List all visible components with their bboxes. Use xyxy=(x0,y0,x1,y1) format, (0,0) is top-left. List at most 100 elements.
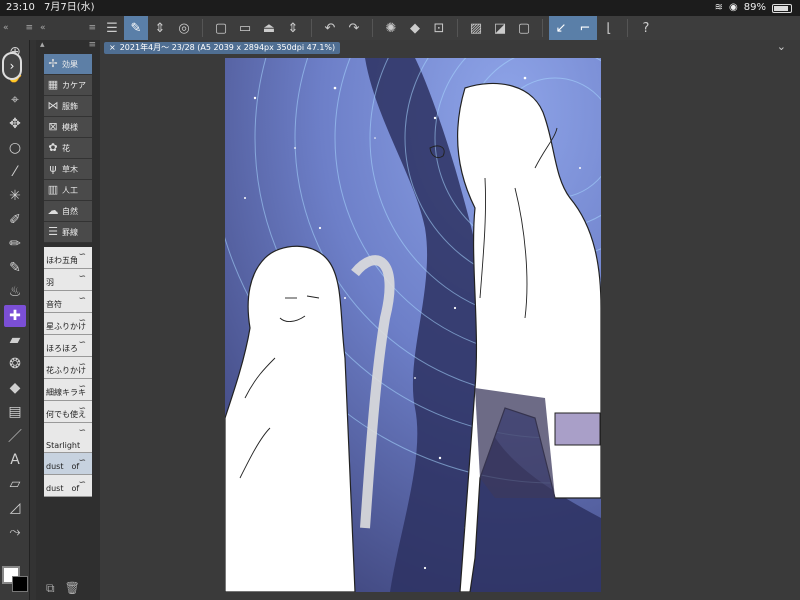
brush-item[interactable]: ∽ 何でも使え xyxy=(44,401,92,423)
stepper-icon[interactable]: ⇕ xyxy=(148,16,172,40)
brush-label: 音符 xyxy=(46,300,62,309)
quick-access-icon[interactable]: ✎ xyxy=(124,16,148,40)
brush-item[interactable]: ∽ 星ふりかけ xyxy=(44,313,92,335)
canvas-page[interactable] xyxy=(225,58,601,592)
loading-icon[interactable]: ✺ xyxy=(379,16,403,40)
move-icon[interactable]: ✥ xyxy=(0,112,30,136)
palette-menu-icon[interactable]: ≡ xyxy=(25,23,33,33)
open-folder-icon[interactable]: ▭ xyxy=(233,16,257,40)
invert-selection-icon[interactable]: ◪ xyxy=(488,16,512,40)
object-select-icon[interactable]: ⌖ xyxy=(0,88,30,112)
category-label: 効果 xyxy=(62,59,78,69)
crosshatch-icon: ▦ xyxy=(47,78,59,91)
category-item[interactable]: ▦ カケア xyxy=(44,75,92,96)
brush-item[interactable]: ∽ ほわ五角 xyxy=(44,247,92,269)
fill-icon[interactable]: ◆ xyxy=(0,376,30,400)
subtool-palette-header: « ≡ xyxy=(36,16,100,40)
orientation-lock-icon: ◉ xyxy=(729,2,738,13)
separator xyxy=(457,19,458,37)
category-label: 人工 xyxy=(62,185,78,195)
ruler-icon[interactable]: ◿ xyxy=(0,496,30,520)
chevron-down-icon[interactable]: ⌄ xyxy=(777,40,786,53)
category-item[interactable]: ⋈ 服飾 xyxy=(44,96,92,117)
subtool-settings-icon[interactable]: ≡ xyxy=(88,40,96,54)
brush-preview-icon: ∽ xyxy=(78,478,86,488)
menu-icon[interactable]: ☰ xyxy=(100,16,124,40)
pencil-icon[interactable]: ✏ xyxy=(0,232,30,256)
color-swatches[interactable] xyxy=(2,566,30,594)
category-item[interactable]: ✢ 効果 xyxy=(44,54,92,75)
decoration-tool-icon[interactable]: ✚ xyxy=(4,305,26,327)
brush-label: dust of xyxy=(46,462,80,471)
brush-label: ほわ五角 xyxy=(46,256,78,265)
redo-icon[interactable]: ↷ xyxy=(342,16,366,40)
correct-line-icon[interactable]: ⤳ xyxy=(0,520,30,544)
brush-icon[interactable]: ✎ xyxy=(0,256,30,280)
separator xyxy=(542,19,543,37)
transform-icon[interactable]: ⊡ xyxy=(427,16,451,40)
subtool-tab-icon[interactable]: ▴ xyxy=(40,40,45,54)
brush-item[interactable]: ∽ 細線キラキ xyxy=(44,379,92,401)
category-label: カケア xyxy=(62,80,86,90)
pen-mode-icon[interactable]: ↙ xyxy=(549,16,573,40)
brush-item[interactable]: ∽ 羽 xyxy=(44,269,92,291)
flower-icon: ✿ xyxy=(48,141,58,154)
blend-icon[interactable]: ❂ xyxy=(0,352,30,376)
document-tab[interactable]: × 2021年4月～ 23/28 (A5 2039 x 2894px 350dpi… xyxy=(104,42,341,54)
category-item[interactable]: ψ 草木 xyxy=(44,159,92,180)
brush-preview-icon: ∽ xyxy=(78,338,86,348)
save-cloud-icon[interactable]: ⏏ xyxy=(257,16,281,40)
add-subtool-icon[interactable]: ⧉ xyxy=(46,581,55,596)
category-item[interactable]: ⊠ 模様 xyxy=(44,117,92,138)
help-icon[interactable]: ? xyxy=(634,16,658,40)
fill-bucket-icon[interactable]: ◆ xyxy=(403,16,427,40)
brush-item[interactable]: ∽ 花ふりかけ xyxy=(44,357,92,379)
stepper-icon-2[interactable]: ⇕ xyxy=(281,16,305,40)
auto-select-icon[interactable]: ✳ xyxy=(0,184,30,208)
battery-fill xyxy=(774,5,789,11)
lines-icon: ☰ xyxy=(48,225,58,238)
eyedropper-icon[interactable]: ⁄ xyxy=(0,160,30,184)
brush-label: 何でも使え xyxy=(46,410,86,419)
color-wheel-icon[interactable]: ◎ xyxy=(172,16,196,40)
subtool-menu-icon[interactable]: ≡ xyxy=(88,23,96,33)
brush-item[interactable]: ∽ dust of xyxy=(44,453,92,475)
command-bar: ☰ ✎ ⇕ ◎ ▢ ▭ ⏏ ⇕ ↶ ↷ ✺ ◆ ⊡ ▨ ◪ ▢ ↙ ⌐ ⌊ ? xyxy=(100,16,800,40)
line-icon[interactable]: ／ xyxy=(0,424,30,448)
brush-item[interactable]: ∽ ほろほろ xyxy=(44,335,92,357)
frame-icon[interactable]: ▱ xyxy=(0,472,30,496)
panel-toggle-button[interactable]: › xyxy=(2,52,22,80)
collapse-sub-icon[interactable]: « xyxy=(40,23,46,33)
eraser-icon[interactable]: ▰ xyxy=(0,328,30,352)
undo-icon[interactable]: ↶ xyxy=(318,16,342,40)
ruler-pen-icon[interactable]: ⌊ xyxy=(597,16,621,40)
grass-icon: ψ xyxy=(49,162,57,175)
brush-mode-icon[interactable]: ⌐ xyxy=(573,16,597,40)
cloud-icon: ☁ xyxy=(47,204,59,217)
clear-selection-icon[interactable]: ▨ xyxy=(464,16,488,40)
brush-item[interactable]: ∽ dust of xyxy=(44,475,92,497)
new-file-icon[interactable]: ▢ xyxy=(209,16,233,40)
pen-icon[interactable]: ✐ xyxy=(0,208,30,232)
category-item[interactable]: ☁ 自然 xyxy=(44,201,92,222)
brush-item[interactable]: ∽ Starlight xyxy=(44,423,92,453)
collapse-left-icon[interactable]: « xyxy=(3,23,9,33)
status-right: ≋ ◉ 89% xyxy=(715,0,792,16)
right-figure-sash xyxy=(554,412,601,446)
category-item[interactable]: ✿ 花 xyxy=(44,138,92,159)
subtool-tabs: ▴ ≡ xyxy=(36,40,100,54)
lasso-icon[interactable]: ○ xyxy=(0,136,30,160)
category-item[interactable]: ▥ 人工 xyxy=(44,180,92,201)
text-icon[interactable]: A xyxy=(0,448,30,472)
delete-subtool-icon[interactable]: 🗑 xyxy=(65,581,80,596)
brush-item[interactable]: ∽ 音符 xyxy=(44,291,92,313)
separator xyxy=(311,19,312,37)
selection-border-icon[interactable]: ▢ xyxy=(512,16,536,40)
category-label: 花 xyxy=(62,143,70,153)
close-tab-icon[interactable]: × xyxy=(109,43,116,52)
airbrush-icon[interactable]: ♨ xyxy=(0,280,30,304)
sub-color-swatch[interactable] xyxy=(12,576,28,592)
gradient-icon[interactable]: ▤ xyxy=(0,400,30,424)
category-item[interactable]: ☰ 罫線 xyxy=(44,222,92,243)
ribbon-icon: ⋈ xyxy=(47,99,59,112)
